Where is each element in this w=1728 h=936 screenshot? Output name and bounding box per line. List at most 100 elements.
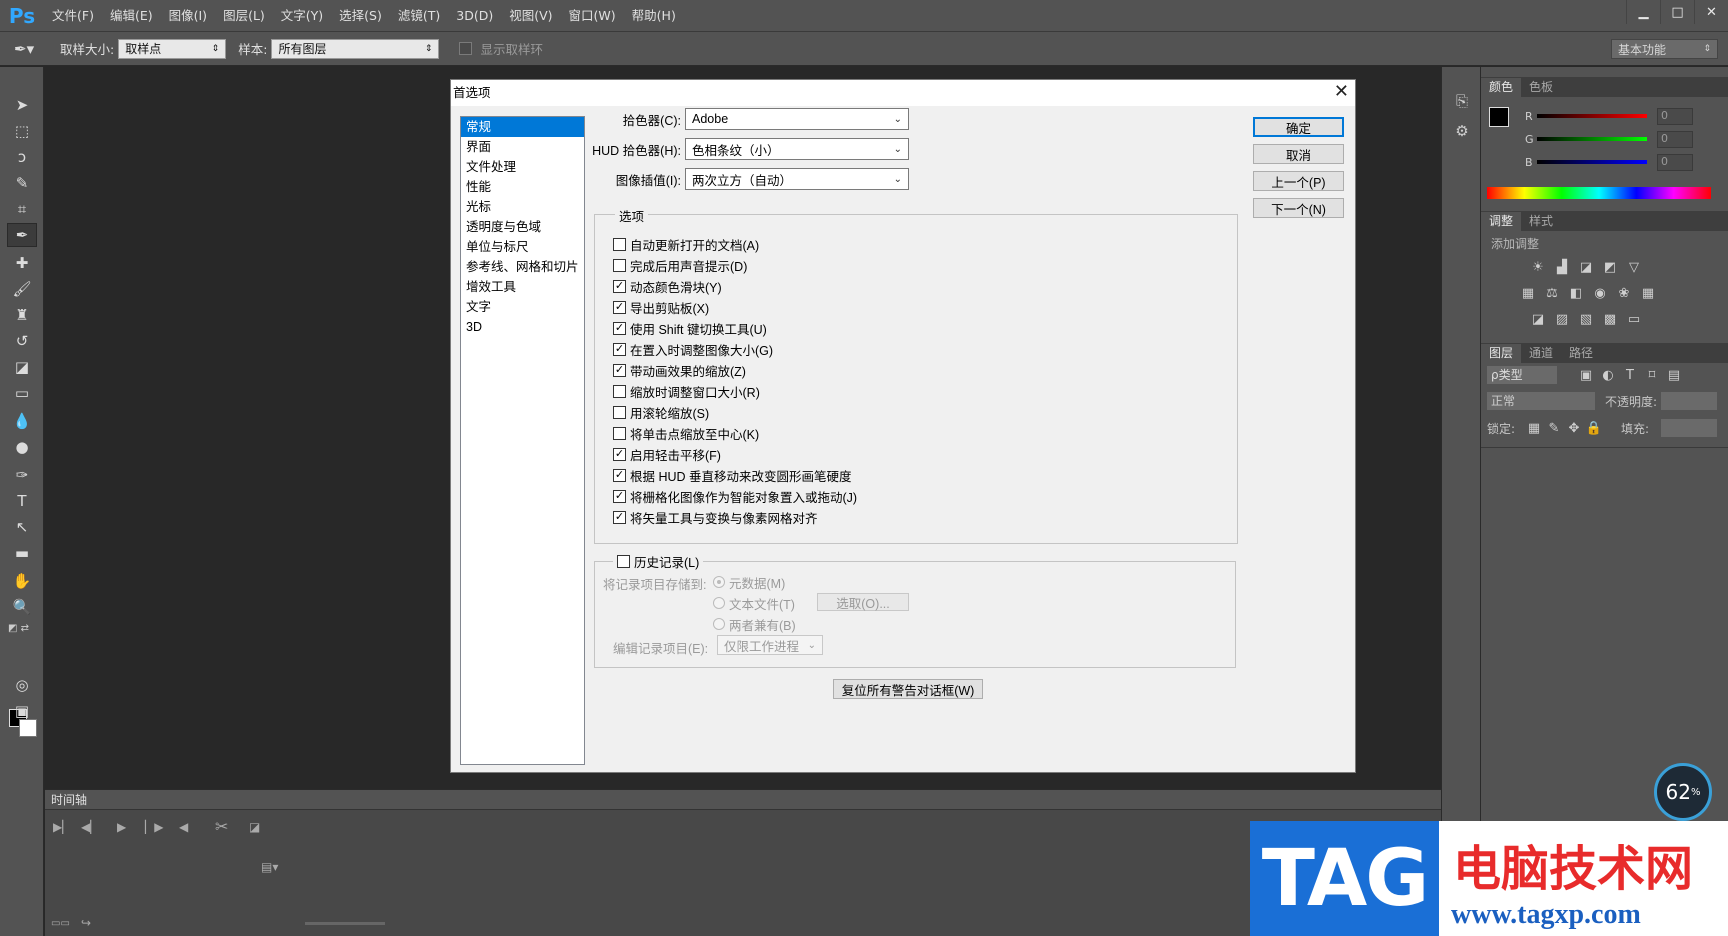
cancel-button[interactable]: 取消 (1253, 144, 1344, 164)
menu-file[interactable]: 文件(F) (44, 0, 102, 31)
checkbox-dynamic-sliders[interactable]: ✓ (613, 279, 626, 293)
color-lookup-icon[interactable]: ▦ (1639, 285, 1657, 301)
option-zoom-resize[interactable]: 缩放时调整窗口大小(R) (613, 382, 760, 400)
checkbox-zoom-center[interactable] (613, 426, 626, 440)
menu-3d[interactable]: 3D(D) (448, 0, 501, 31)
curves-icon[interactable]: ◪ (1577, 259, 1595, 275)
color-spectrum[interactable] (1487, 187, 1711, 199)
checkbox-auto-update[interactable] (613, 237, 626, 251)
marquee-tool-icon[interactable]: ⬚ (7, 119, 37, 143)
tab-color[interactable]: 颜色 (1481, 78, 1522, 97)
blend-mode-dropdown[interactable]: 正常 (1487, 392, 1595, 410)
next-button[interactable]: 下一个(N) (1253, 198, 1344, 218)
threshold-icon[interactable]: ▧ (1577, 311, 1595, 327)
healing-brush-tool-icon[interactable]: ✚ (7, 251, 37, 275)
option-shift-tool[interactable]: ✓ 使用 Shift 键切换工具(U) (613, 319, 767, 337)
slider-b[interactable]: B0 (1525, 153, 1705, 171)
photo-filter-icon[interactable]: ◉ (1591, 285, 1609, 301)
tab-channels[interactable]: 通道 (1521, 344, 1561, 363)
clone-stamp-tool-icon[interactable]: ♜ (7, 303, 37, 327)
quick-select-tool-icon[interactable]: ✎ (7, 171, 37, 195)
color-balance-icon[interactable]: ⚖ (1543, 285, 1561, 301)
properties-panel-icon[interactable]: ⚙ (1453, 122, 1471, 140)
slider-r-value[interactable]: 0 (1657, 107, 1693, 125)
dodge-tool-icon[interactable]: ● (7, 435, 37, 459)
filter-pixel-icon[interactable]: ▣ (1577, 367, 1595, 383)
filter-shape-icon[interactable]: ⌑ (1643, 367, 1661, 383)
category-guides[interactable]: 参考线、网格和切片 (461, 257, 584, 277)
option-auto-update[interactable]: 自动更新打开的文档(A) (613, 235, 759, 253)
brush-tool-icon[interactable]: 🖌 (7, 277, 37, 301)
menu-image[interactable]: 图像(I) (161, 0, 215, 31)
slider-r[interactable]: R0 (1525, 107, 1705, 125)
reset-warnings-button[interactable]: 复位所有警告对话框(W) (833, 679, 983, 699)
option-resize-place[interactable]: ✓ 在置入时调整图像大小(G) (613, 340, 773, 358)
slider-g-bar[interactable] (1537, 137, 1647, 141)
eyedropper-tool-icon[interactable]: ✒ (7, 223, 37, 247)
checkbox-resize-place[interactable]: ✓ (613, 342, 626, 356)
vibrance-icon[interactable]: ▽ (1625, 259, 1643, 275)
timeline-mode-icon[interactable]: ▭▭ (51, 918, 70, 929)
menu-select[interactable]: 选择(S) (331, 0, 390, 31)
lock-position-icon[interactable]: ✥ (1565, 420, 1583, 436)
channel-mixer-icon[interactable]: ❀ (1615, 285, 1633, 301)
zoom-slider[interactable] (305, 922, 385, 925)
workspace-switcher[interactable]: 基本功能 ⇕ (1611, 39, 1718, 59)
interp-dropdown[interactable]: 两次立方（自动） ⌄ (685, 168, 909, 190)
color-picker-dropdown[interactable]: Adobe ⌄ (685, 108, 909, 130)
sample-dropdown[interactable]: 所有图层 ⇕ (271, 38, 440, 59)
audio-icon[interactable]: ◀ (179, 820, 188, 834)
option-zoom-center[interactable]: 将单击点缩放至中心(K) (613, 424, 759, 442)
lock-pixels-icon[interactable]: ✎ (1545, 420, 1563, 436)
film-icon[interactable]: ▤▾ (261, 860, 278, 874)
checkbox-hud-hardness[interactable]: ✓ (613, 468, 626, 482)
zoom-tool-icon[interactable]: 🔍 (7, 595, 37, 619)
maximize-button[interactable]: □ (1660, 0, 1694, 24)
selective-color-icon[interactable]: ▩ (1601, 311, 1619, 327)
category-interface[interactable]: 界面 (461, 137, 584, 157)
next-frame-icon[interactable]: ▏▶ (145, 820, 163, 834)
exposure-icon[interactable]: ◩ (1601, 259, 1619, 275)
checkbox-snap-grid[interactable]: ✓ (613, 510, 626, 524)
levels-icon[interactable]: ▟ (1553, 259, 1571, 275)
checkbox-smart-object[interactable]: ✓ (613, 489, 626, 503)
filter-type-icon[interactable]: T (1621, 367, 1639, 383)
prev-button[interactable]: 上一个(P) (1253, 171, 1344, 191)
window-close-button[interactable]: ✕ (1694, 0, 1728, 24)
screen-mode-icon[interactable]: ▣ (7, 699, 37, 723)
filter-adjust-icon[interactable]: ◐ (1599, 367, 1617, 383)
hue-saturation-icon[interactable]: ▦ (1519, 285, 1537, 301)
option-animated-zoom[interactable]: ✓ 带动画效果的缩放(Z) (613, 361, 746, 379)
quick-mask-icon[interactable]: ◎ (7, 673, 37, 697)
option-dynamic-sliders[interactable]: ✓ 动态颜色滑块(Y) (613, 277, 722, 295)
tab-swatches[interactable]: 色板 (1521, 78, 1561, 97)
category-3d[interactable]: 3D (461, 317, 584, 337)
type-tool-icon[interactable]: T (7, 489, 37, 513)
option-flick-pan[interactable]: ✓ 启用轻击平移(F) (613, 445, 721, 463)
transition-icon[interactable]: ◪ (249, 820, 260, 834)
category-general[interactable]: 常规 (461, 117, 584, 137)
black-white-icon[interactable]: ◧ (1567, 285, 1585, 301)
tab-paths[interactable]: 路径 (1561, 344, 1601, 363)
checkbox-animated-zoom[interactable]: ✓ (613, 363, 626, 377)
checkbox-export-clipboard[interactable]: ✓ (613, 300, 626, 314)
gradient-tool-icon[interactable]: ▭ (7, 381, 37, 405)
sample-size-dropdown[interactable]: 取样点 ⇕ (118, 38, 227, 59)
option-export-clipboard[interactable]: ✓ 导出剪贴板(X) (613, 298, 709, 316)
menu-help[interactable]: 帮助(H) (624, 0, 684, 31)
pen-tool-icon[interactable]: ✑ (7, 463, 37, 487)
crop-tool-icon[interactable]: ⌗ (7, 197, 37, 221)
lock-all-icon[interactable]: 🔒 (1585, 420, 1603, 436)
menu-type[interactable]: 文字(Y) (273, 0, 331, 31)
move-tool-icon[interactable]: ➤ (7, 93, 37, 117)
shape-tool-icon[interactable]: ▬ (7, 541, 37, 565)
category-performance[interactable]: 性能 (461, 177, 584, 197)
option-beep[interactable]: 完成后用声音提示(D) (613, 256, 747, 274)
tab-adjustments[interactable]: 调整 (1481, 212, 1522, 231)
checkbox-shift-tool[interactable]: ✓ (613, 321, 626, 335)
dialog-close-button[interactable]: ✕ (1334, 81, 1349, 102)
menu-filter[interactable]: 滤镜(T) (390, 0, 448, 31)
slider-g-value[interactable]: 0 (1657, 130, 1693, 148)
checkbox-beep[interactable] (613, 258, 626, 272)
gradient-map-icon[interactable]: ▭ (1625, 311, 1643, 327)
